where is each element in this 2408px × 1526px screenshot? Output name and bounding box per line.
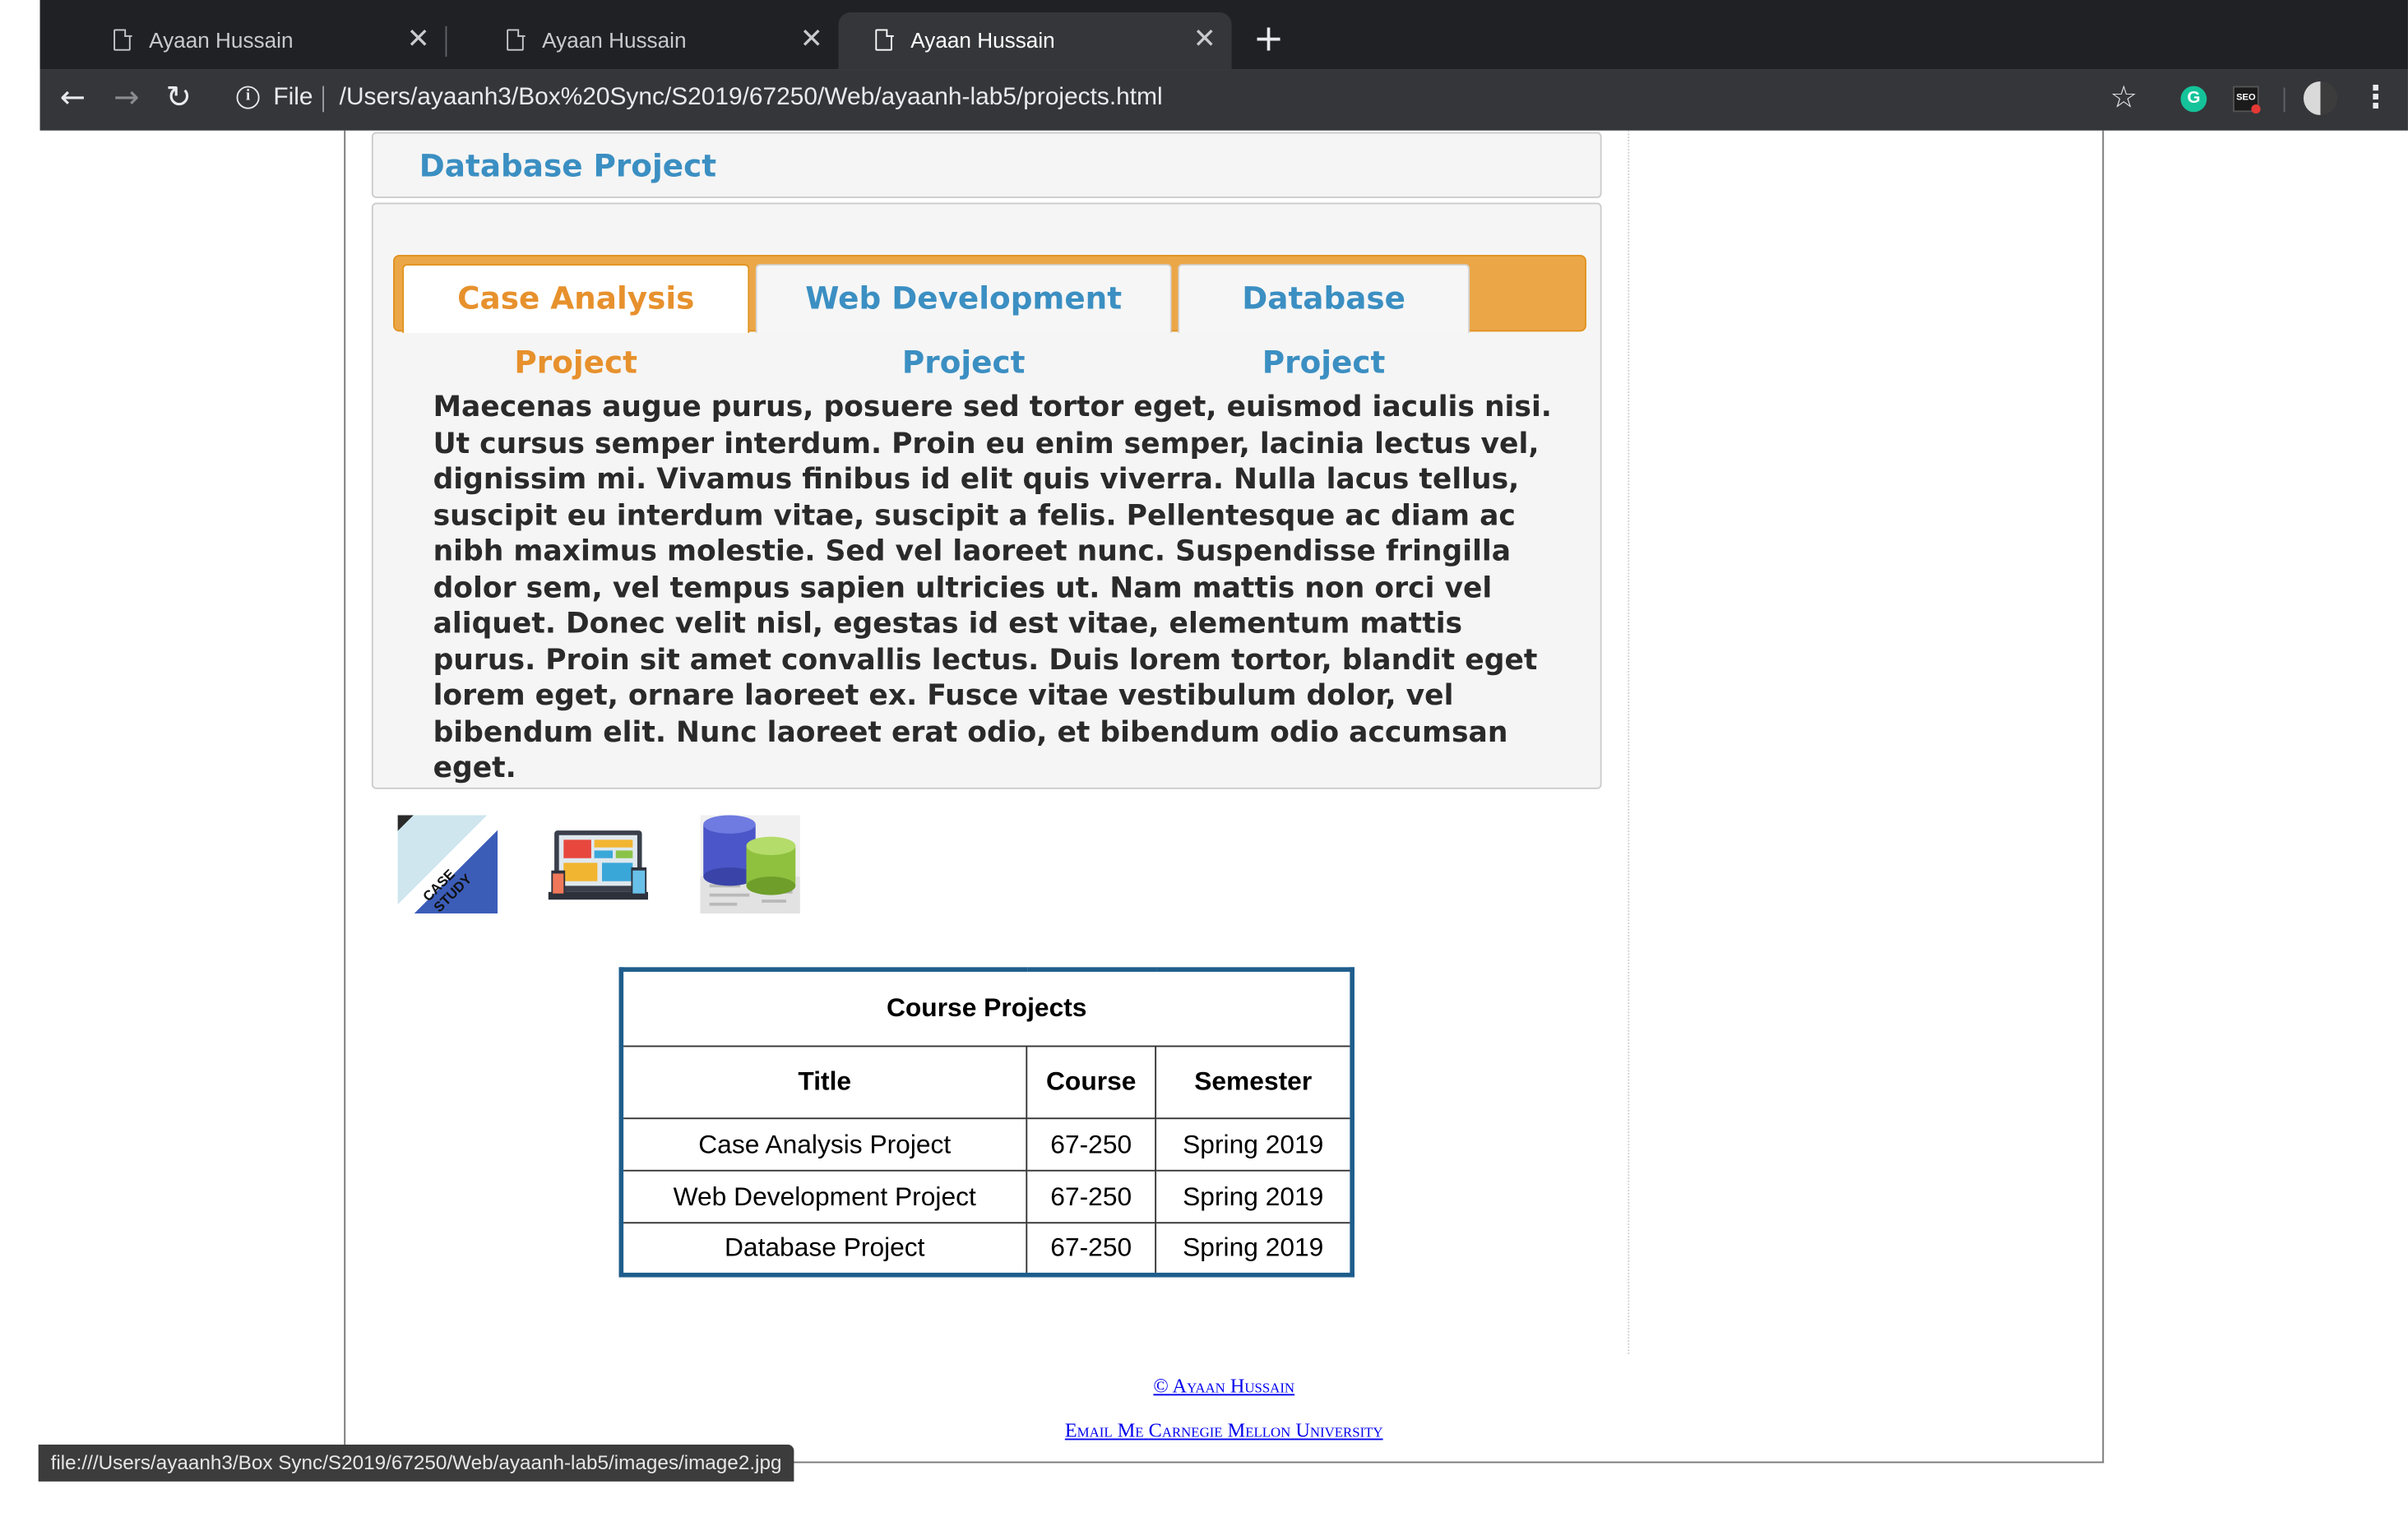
address-bar[interactable]: /Users/ayaanh3/Box%20Sync/S2019/67250/We…: [340, 85, 1163, 113]
table-row: Web Development Project 67-250 Spring 20…: [620, 1169, 1354, 1224]
browser-window: Ayaan Hussain ✕ Ayaan Hussain ✕ Ayaan Hu…: [0, 0, 2408, 1526]
table-header-row: Title Course Semester: [620, 1045, 1354, 1120]
table-row: Database Project 67-250 Spring 2019: [620, 1222, 1354, 1276]
table-cell: 67-250: [1026, 1117, 1157, 1172]
database-illustration: [700, 815, 800, 913]
table-cell: 67-250: [1026, 1169, 1157, 1224]
url-scheme-label: File: [273, 84, 313, 111]
browser-menu-icon[interactable]: ⋮: [2360, 78, 2391, 115]
new-tab-icon[interactable]: +: [1253, 17, 1285, 60]
browser-tab-3-active[interactable]: Ayaan Hussain ✕: [838, 12, 1232, 70]
browser-toolbar: ← → ↻ i File /Users/ayaanh3/Box%20Sync/S…: [39, 69, 2408, 131]
table-cell: Spring 2019: [1155, 1222, 1354, 1276]
carnegie-mellon-link[interactable]: Carnegie Mellon University: [1149, 1418, 1383, 1441]
accordion-header[interactable]: Database Project: [371, 132, 1602, 198]
column-header-course: Course: [1026, 1045, 1157, 1120]
tab-label: Case Analysis Project: [457, 279, 695, 382]
reload-icon[interactable]: ↻: [166, 78, 192, 115]
browser-tab-title: Ayaan Hussain: [149, 27, 294, 53]
case-study-thumbnail[interactable]: CASE STUDY: [397, 815, 498, 913]
close-tab-icon[interactable]: ✕: [407, 23, 430, 55]
tab-bar: Ayaan Hussain ✕ Ayaan Hussain ✕ Ayaan Hu…: [39, 0, 2408, 70]
column-divider: [1628, 130, 1630, 1354]
web-development-illustration: [548, 830, 649, 900]
tab-database-project[interactable]: Database Project: [1178, 264, 1470, 381]
table-cell: Case Analysis Project: [620, 1117, 1028, 1172]
table-cell: Web Development Project: [620, 1169, 1028, 1224]
accordion-header-label: Database Project: [419, 147, 717, 185]
close-tab-icon[interactable]: ✕: [1193, 23, 1216, 55]
grammarly-icon[interactable]: G: [2180, 86, 2207, 113]
bookmark-star-icon[interactable]: ☆: [2110, 78, 2137, 115]
tab-separator: [445, 25, 447, 58]
database-thumbnail[interactable]: [700, 815, 800, 913]
table-caption-row: Course Projects: [620, 969, 1354, 1047]
footer-links: Email Me Carnegie Mellon University: [0, 1418, 2408, 1443]
seo-extension-icon[interactable]: SEO: [2233, 86, 2261, 114]
table-cell: Spring 2019: [1155, 1169, 1354, 1224]
project-tabs-strip: Case Analysis Project Web Development Pr…: [393, 254, 1586, 381]
tab-label: Database Project: [1242, 279, 1405, 382]
url-separator: [322, 86, 325, 113]
tab-label: Web Development Project: [805, 279, 1123, 382]
case-study-thumbnail-text: CASE STUDY: [419, 866, 475, 913]
browser-tab-2[interactable]: Ayaan Hussain ✕: [470, 12, 838, 69]
copyright-link[interactable]: © Ayaan Hussain: [0, 1374, 2408, 1399]
browser-tab-1[interactable]: Ayaan Hussain ✕: [76, 12, 445, 69]
table-cell: Spring 2019: [1155, 1117, 1354, 1172]
document-icon: [507, 28, 525, 51]
email-me-link[interactable]: Email Me: [1065, 1418, 1144, 1441]
tab-content-text: Maecenas augue purus, posuere sed tortor…: [433, 391, 1552, 785]
document-icon: [113, 28, 132, 51]
browser-tab-title: Ayaan Hussain: [542, 27, 687, 53]
copyright-text: © Ayaan Hussain: [1153, 1374, 1295, 1398]
table-cell: 67-250: [1026, 1222, 1157, 1276]
close-tab-icon[interactable]: ✕: [800, 23, 823, 55]
document-icon: [875, 28, 893, 51]
tab-case-analysis-project[interactable]: Case Analysis Project: [402, 264, 750, 381]
profile-avatar-icon[interactable]: [2303, 81, 2338, 116]
back-arrow-icon[interactable]: ←: [60, 78, 86, 115]
column-header-semester: Semester: [1155, 1045, 1354, 1120]
column-header-title: Title: [620, 1045, 1028, 1120]
table-cell: Database Project: [620, 1222, 1028, 1276]
table-row: Case Analysis Project 67-250 Spring 2019: [620, 1117, 1354, 1172]
web-development-thumbnail[interactable]: [548, 815, 649, 913]
course-projects-table: Course Projects Title Course Semester Ca…: [618, 967, 1354, 1278]
toolbar-separator: [2283, 87, 2285, 113]
project-tabs-panel: Case Analysis Project Web Development Pr…: [371, 202, 1602, 789]
forward-arrow-icon[interactable]: →: [113, 78, 139, 115]
status-url-bubble: file:///Users/ayaanh3/Box Sync/S2019/672…: [38, 1445, 794, 1482]
browser-tab-title: Ayaan Hussain: [910, 27, 1055, 53]
site-info-icon[interactable]: i: [236, 86, 260, 109]
table-caption: Course Projects: [620, 969, 1354, 1047]
tab-web-development-project[interactable]: Web Development Project: [755, 264, 1172, 381]
